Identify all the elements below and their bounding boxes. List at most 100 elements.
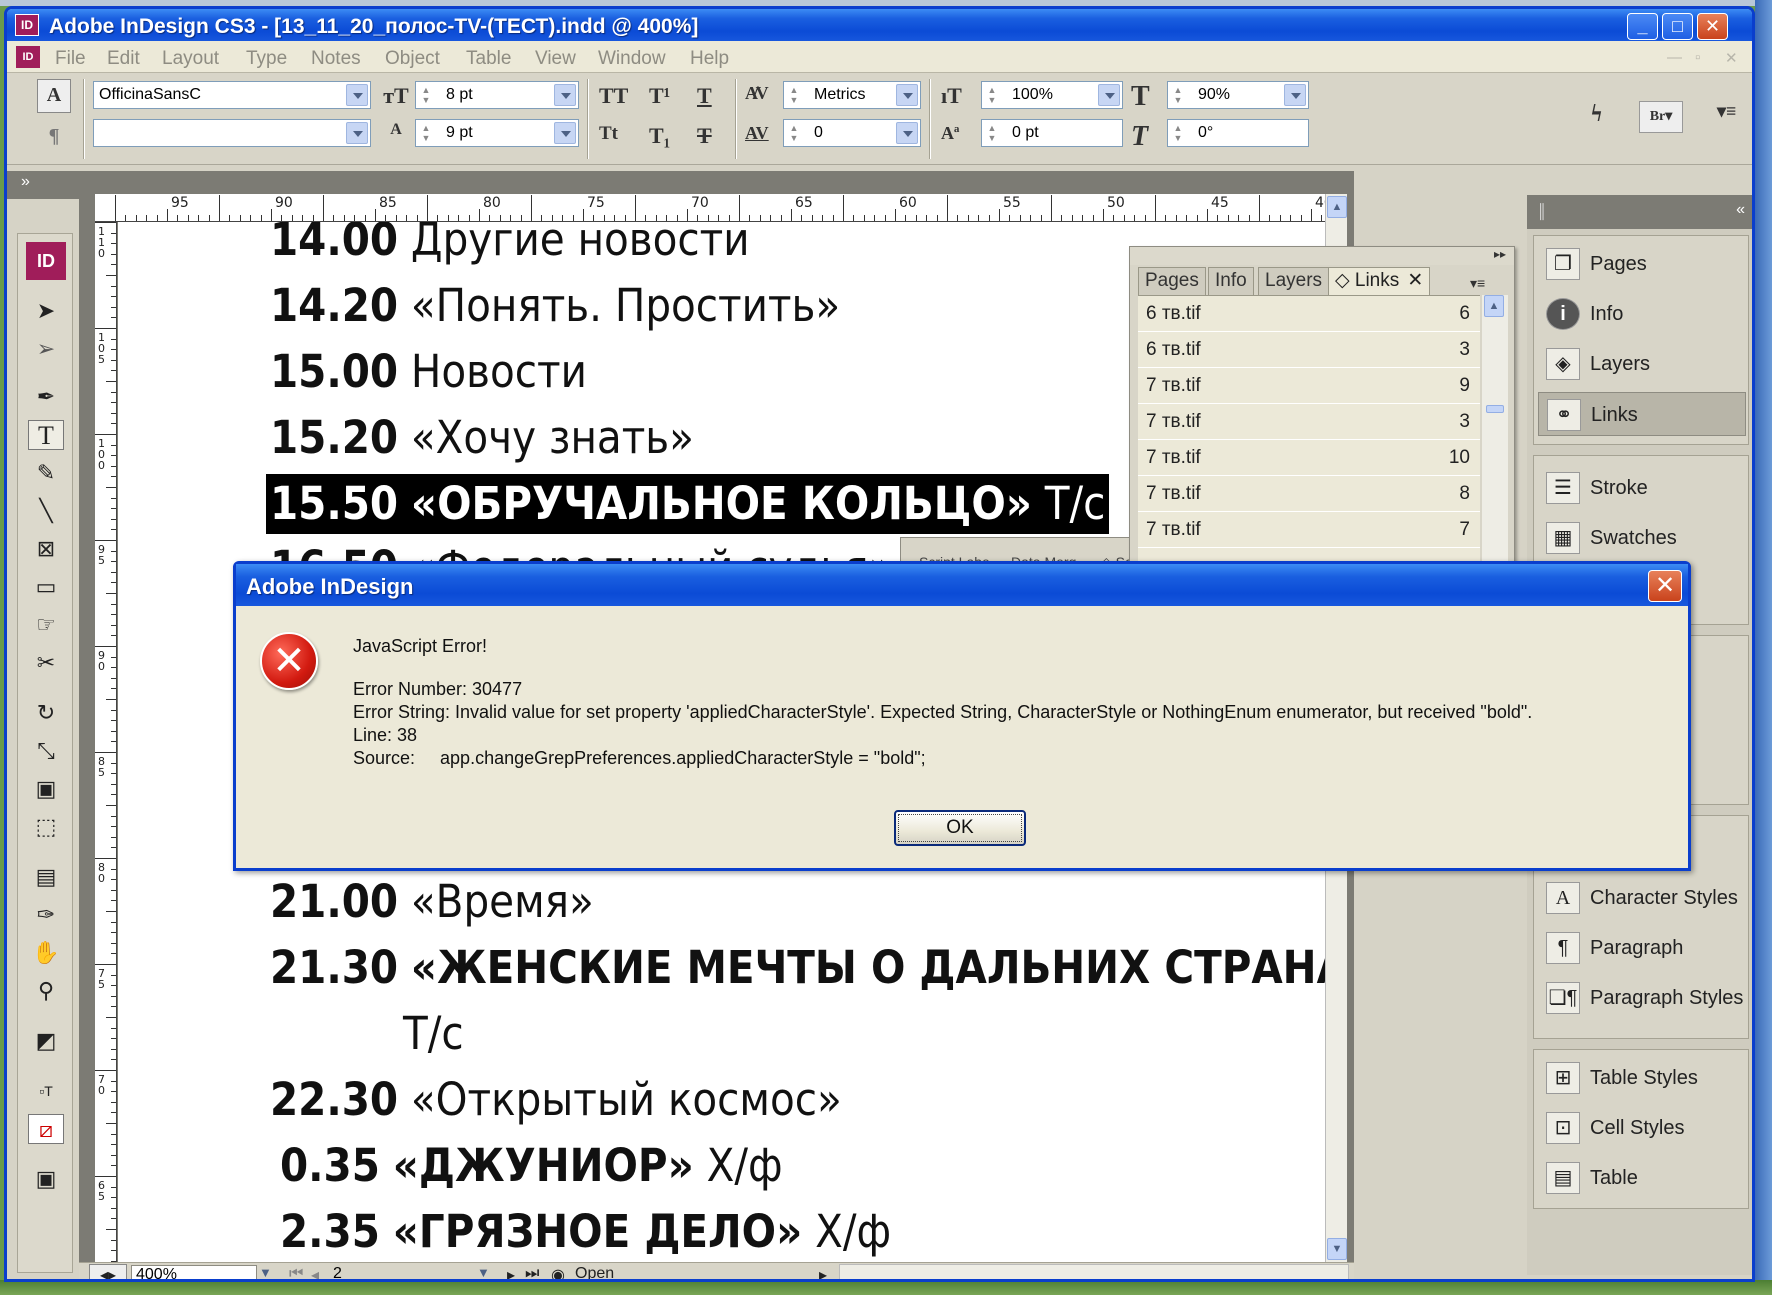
chevron-down-icon[interactable] xyxy=(1284,84,1306,106)
chevron-down-icon[interactable] xyxy=(1098,84,1120,106)
menu-table[interactable]: Table xyxy=(466,48,511,70)
note-tool-icon[interactable]: ▤ xyxy=(28,862,64,892)
direct-selection-tool-icon[interactable]: ➢ xyxy=(28,334,64,364)
scroll-up-icon[interactable]: ▲ xyxy=(1484,295,1504,317)
eyedropper-tool-icon[interactable]: ✑ xyxy=(28,900,64,930)
screen-mode-icon[interactable]: ▣ xyxy=(28,1164,64,1194)
minimize-button[interactable]: _ xyxy=(1627,13,1658,40)
list-item[interactable]: 7 тв.tif 8 xyxy=(1138,476,1480,512)
spinner-icon[interactable]: ▲ ▼ xyxy=(985,123,999,143)
doc-close-icon[interactable]: ✕ xyxy=(1725,49,1738,67)
schedule-line[interactable]: 22.30 «Открытый космос» xyxy=(270,1070,842,1130)
grip-icon[interactable]: ║ xyxy=(1537,203,1547,219)
rectangle-tool-icon[interactable]: ▭ xyxy=(28,572,64,602)
schedule-line[interactable]: 0.35 «ДЖУНИОР» Х/ф xyxy=(280,1136,783,1196)
bridge-icon[interactable]: Br▾ xyxy=(1639,101,1683,133)
lightning-icon[interactable]: ϟ xyxy=(1591,101,1602,128)
chevron-down-icon[interactable] xyxy=(346,84,368,106)
dock-layers[interactable]: ◈ Layers xyxy=(1538,342,1746,386)
tools-panel-header[interactable]: » xyxy=(7,171,81,199)
schedule-line[interactable]: 15.20 «Хочу знать» xyxy=(270,408,694,468)
close-button[interactable]: ✕ xyxy=(1697,13,1728,40)
dock-paragraph-styles[interactable]: ❏¶ Paragraph Styles xyxy=(1538,976,1746,1020)
zoom-field[interactable]: 400% xyxy=(131,1265,257,1279)
character-mode-icon[interactable]: A xyxy=(37,79,71,113)
pencil-tool-icon[interactable]: ✎ xyxy=(28,458,64,488)
subscript-icon[interactable]: T₁ xyxy=(649,123,670,149)
dock-table-styles[interactable]: ⊞ Table Styles xyxy=(1538,1056,1746,1100)
tab-layers[interactable]: Layers xyxy=(1258,267,1330,295)
schedule-line-selected[interactable]: 15.50 «ОБРУЧАЛЬНОЕ КОЛЬЦО» Т/с xyxy=(266,474,1110,534)
list-item[interactable]: 7 тв.tif 10 xyxy=(1138,440,1480,476)
dialog-title-bar[interactable]: Adobe InDesign ✕ xyxy=(236,564,1688,606)
kerning-field[interactable]: ▲ ▼ Metrics xyxy=(783,81,921,109)
dock-stroke[interactable]: ☰ Stroke xyxy=(1538,466,1746,510)
close-icon[interactable]: ✕ xyxy=(1407,268,1423,294)
dialog-close-button[interactable]: ✕ xyxy=(1648,570,1682,602)
schedule-line[interactable]: 15.00 Новости xyxy=(270,342,587,402)
menu-view[interactable]: View xyxy=(535,48,576,70)
menu-edit[interactable]: Edit xyxy=(107,48,140,70)
list-item[interactable]: 6 тв.tif 6 xyxy=(1138,296,1480,332)
schedule-line[interactable]: 21.00 «Время» xyxy=(270,872,594,932)
schedule-line[interactable]: 14.00 Другие новости xyxy=(270,222,750,270)
doc-minimize-icon[interactable]: — xyxy=(1667,49,1682,66)
page-field[interactable]: 2 xyxy=(329,1265,473,1279)
dock-cell-styles[interactable]: ⊡ Cell Styles xyxy=(1538,1106,1746,1150)
line-tool-icon[interactable]: ╲ xyxy=(28,496,64,526)
leading-field[interactable]: ▲ ▼ 9 pt xyxy=(415,119,579,147)
collapse-arrows-icon[interactable]: « xyxy=(1736,201,1745,219)
font-size-field[interactable]: ▲ ▼ 8 pt xyxy=(415,81,579,109)
list-item[interactable]: 7 тв.tif 9 xyxy=(1138,368,1480,404)
schedule-line[interactable]: Т/с xyxy=(403,1004,464,1064)
dock-pages[interactable]: ❐ Pages xyxy=(1538,242,1746,286)
tab-info[interactable]: Info xyxy=(1208,267,1254,295)
apply-none-icon[interactable]: ⧄ xyxy=(28,1114,64,1144)
tracking-field[interactable]: ▲ ▼ 0 xyxy=(783,119,921,147)
list-item[interactable]: 7 тв.tif 7 xyxy=(1138,512,1480,548)
vertical-ruler[interactable]: 110 105 100 95 90 85 80 75 70 65 xyxy=(95,222,117,1262)
status-menu-icon[interactable]: ▸ xyxy=(819,1265,827,1279)
maximize-button[interactable]: □ xyxy=(1662,13,1693,40)
title-bar[interactable]: ID Adobe InDesign CS3 - [13_11_20_полос-… xyxy=(7,9,1752,41)
open-status[interactable]: Open xyxy=(575,1265,614,1279)
scale-tool-icon[interactable]: ⤡ xyxy=(28,736,64,766)
scroll-up-icon[interactable]: ▲ xyxy=(1327,196,1347,218)
panel-header[interactable]: ▸▸ xyxy=(1130,247,1514,265)
first-page-icon[interactable]: ⏮ xyxy=(289,1265,303,1279)
expand-arrows-icon[interactable]: » xyxy=(21,173,30,191)
schedule-line[interactable]: 2.35 «ГРЯЗНОЕ ДЕЛО» Х/ф xyxy=(280,1202,891,1262)
previous-page-icon[interactable]: ◂ xyxy=(311,1265,319,1279)
panel-menu-icon[interactable]: ▾≡ xyxy=(1470,275,1485,292)
superscript-icon[interactable]: T¹ xyxy=(649,83,670,109)
menu-help[interactable]: Help xyxy=(690,48,729,70)
font-family-field[interactable]: OfficinaSansC xyxy=(93,81,371,109)
scroll-thumb[interactable] xyxy=(1486,405,1504,413)
dock-paragraph[interactable]: ¶ Paragraph xyxy=(1538,926,1746,970)
spinner-icon[interactable]: ▲ ▼ xyxy=(419,123,433,143)
rotate-tool-icon[interactable]: ↻ xyxy=(28,698,64,728)
paragraph-mode-icon[interactable]: ¶ xyxy=(37,121,71,155)
menu-layout[interactable]: Layout xyxy=(162,48,219,70)
dock-info[interactable]: i Info xyxy=(1538,292,1746,336)
tab-pages[interactable]: Pages xyxy=(1138,267,1206,295)
rectangle-frame-tool-icon[interactable]: ⊠ xyxy=(28,534,64,564)
dock-header[interactable]: ║ « xyxy=(1527,195,1752,229)
button-tool-icon[interactable]: ☞ xyxy=(28,610,64,640)
dock-swatches[interactable]: ▦ Swatches xyxy=(1538,516,1746,560)
dock-table[interactable]: ▤ Table xyxy=(1538,1156,1746,1200)
collapse-arrows-icon[interactable]: ▸▸ xyxy=(1494,247,1506,261)
pen-tool-icon[interactable]: ✒ xyxy=(28,382,64,412)
skew-field[interactable]: ▲ ▼ 0° xyxy=(1167,119,1309,147)
chevron-down-icon[interactable] xyxy=(554,122,576,144)
horizontal-scrollbar[interactable] xyxy=(839,1264,1349,1279)
app-icon[interactable]: ID xyxy=(15,14,39,36)
spinner-icon[interactable]: ▲ ▼ xyxy=(1171,85,1185,105)
menu-file[interactable]: File xyxy=(55,48,86,70)
underline-icon[interactable]: T xyxy=(697,83,712,109)
font-style-field[interactable] xyxy=(93,119,371,147)
spinner-icon[interactable]: ▲ ▼ xyxy=(985,85,999,105)
chevron-down-icon[interactable] xyxy=(896,122,918,144)
doc-restore-icon[interactable]: ▫ xyxy=(1695,49,1700,66)
spinner-icon[interactable]: ▲ ▼ xyxy=(1171,123,1185,143)
